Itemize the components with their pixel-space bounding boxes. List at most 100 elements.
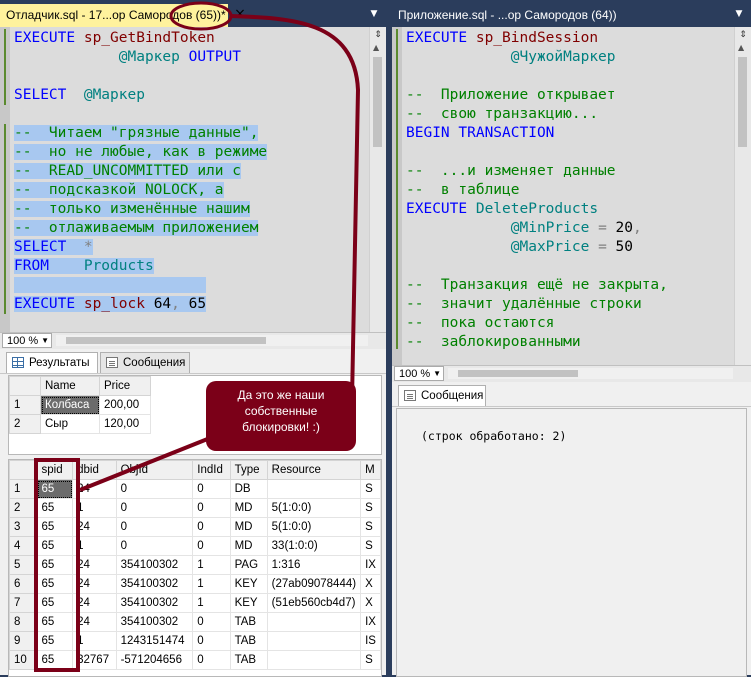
- table-cell[interactable]: IS: [360, 631, 381, 651]
- table-cell[interactable]: TAB: [229, 631, 268, 651]
- scrollbar-thumb[interactable]: [738, 57, 747, 147]
- table-cell[interactable]: [266, 650, 362, 670]
- table-cell[interactable]: Сыр: [40, 414, 100, 434]
- column-header[interactable]: Price: [99, 376, 151, 396]
- table-cell[interactable]: 0: [192, 650, 231, 670]
- horizontal-scrollbar[interactable]: [448, 368, 733, 379]
- table-cell[interactable]: 32767: [72, 650, 117, 670]
- table-cell[interactable]: 354100302: [115, 574, 194, 594]
- column-header[interactable]: spid: [36, 460, 74, 480]
- zoom-select[interactable]: 100 % ▼: [2, 333, 52, 348]
- table-cell[interactable]: 354100302: [115, 612, 194, 632]
- code-line[interactable]: -- в таблице: [406, 181, 735, 200]
- column-header[interactable]: dbid: [72, 460, 117, 480]
- table-cell[interactable]: 354100302: [115, 555, 194, 575]
- column-header[interactable]: Resource: [266, 460, 362, 480]
- table-row[interactable]: 6 65 24 354100302 1 KEY (27ab09078444) X: [9, 574, 381, 594]
- split-icon[interactable]: ⇕: [737, 29, 749, 41]
- table-cell[interactable]: 1: [72, 498, 117, 518]
- table-cell[interactable]: 0: [192, 479, 231, 499]
- code-line[interactable]: -- но не любые, как в режиме: [14, 143, 370, 162]
- table-row[interactable]: 8 65 24 354100302 0 TAB IX: [9, 612, 381, 632]
- code-line[interactable]: @Маркер OUTPUT: [14, 48, 370, 67]
- tab-debugger-sql[interactable]: Отладчик.sql - 17...ор Самородов (65))*: [0, 4, 228, 27]
- code-line[interactable]: [406, 143, 735, 162]
- table-cell[interactable]: 1: [72, 631, 117, 651]
- table-cell[interactable]: [266, 479, 362, 499]
- table-cell[interactable]: 1: [192, 593, 231, 613]
- code-line[interactable]: -- только изменённые нашим: [14, 200, 370, 219]
- row-number[interactable]: 6: [9, 574, 38, 594]
- code-line[interactable]: -- отлаживаемым приложением: [14, 219, 370, 238]
- table-cell[interactable]: 65: [36, 612, 74, 632]
- table-row[interactable]: 2 Сыр 120,00: [9, 414, 151, 434]
- table-cell[interactable]: 0: [115, 479, 194, 499]
- table-cell[interactable]: KEY: [229, 593, 268, 613]
- table-cell[interactable]: 5(1:0:0): [266, 517, 362, 537]
- table-cell[interactable]: 0: [192, 631, 231, 651]
- code-line[interactable]: -- Читаем "грязные данные",: [14, 124, 370, 143]
- scroll-up-icon[interactable]: ▲: [373, 43, 379, 52]
- table-cell[interactable]: 24: [72, 574, 117, 594]
- code-line[interactable]: @MaxPrice = 50: [406, 238, 735, 257]
- code-line[interactable]: -- пока остаются: [406, 314, 735, 333]
- code-line[interactable]: FROM Products: [14, 257, 370, 276]
- table-cell[interactable]: 65: [36, 498, 74, 518]
- table-cell[interactable]: 0: [192, 536, 231, 556]
- table-row[interactable]: 2 65 1 0 0 MD 5(1:0:0) S: [9, 498, 381, 518]
- table-cell[interactable]: 0: [115, 498, 194, 518]
- table-cell[interactable]: 1: [72, 536, 117, 556]
- code-line[interactable]: @MinPrice = 20,: [406, 219, 735, 238]
- tab-messages[interactable]: Сообщения: [100, 352, 190, 373]
- table-cell[interactable]: DB: [229, 479, 268, 499]
- horizontal-scrollbar[interactable]: [56, 335, 368, 346]
- code-line[interactable]: [14, 105, 370, 124]
- code-line[interactable]: -- READ_UNCOMMITTED или с: [14, 162, 370, 181]
- code-line[interactable]: [406, 257, 735, 276]
- table-cell[interactable]: MD: [229, 536, 268, 556]
- table-cell[interactable]: 65: [36, 479, 74, 499]
- table-cell[interactable]: 0: [192, 517, 231, 537]
- table-cell[interactable]: X: [360, 593, 381, 613]
- code-line[interactable]: SELECT *: [14, 238, 370, 257]
- table-cell[interactable]: 24: [72, 593, 117, 613]
- tab-messages[interactable]: Сообщения: [398, 385, 486, 406]
- row-number[interactable]: 5: [9, 555, 38, 575]
- scrollbar-thumb[interactable]: [458, 370, 578, 377]
- code-line[interactable]: -- Приложение открывает: [406, 86, 735, 105]
- code-line[interactable]: EXECUTE sp_lock 64, 65: [14, 295, 370, 314]
- code-line[interactable]: EXECUTE sp_GetBindToken: [14, 29, 370, 48]
- column-header[interactable]: M: [360, 460, 381, 480]
- row-number[interactable]: 3: [9, 517, 38, 537]
- table-cell[interactable]: -571204656: [115, 650, 194, 670]
- table-cell[interactable]: 120,00: [99, 414, 151, 434]
- code-line[interactable]: [14, 276, 370, 295]
- table-cell[interactable]: 33(1:0:0): [266, 536, 362, 556]
- locks-grid[interactable]: spid dbid ObjId IndId Type Resource M 1 65 24 0 0 DB…: [8, 459, 382, 677]
- table-cell[interactable]: 0: [192, 612, 231, 632]
- code-line[interactable]: @ЧужойМаркер: [406, 48, 735, 67]
- table-cell[interactable]: (51eb560cb4d7): [266, 593, 362, 613]
- table-row[interactable]: 4 65 1 0 0 MD 33(1:0:0) S: [9, 536, 381, 556]
- table-cell[interactable]: S: [360, 498, 381, 518]
- column-header[interactable]: [9, 376, 41, 396]
- code-line[interactable]: -- заблокированными: [406, 333, 735, 352]
- chevron-down-icon[interactable]: ▼: [367, 7, 381, 21]
- zoom-select[interactable]: 100 % ▼: [394, 366, 444, 381]
- scrollbar-thumb[interactable]: [66, 337, 266, 344]
- table-cell[interactable]: [266, 631, 362, 651]
- table-cell[interactable]: TAB: [229, 612, 268, 632]
- row-number[interactable]: 2: [9, 498, 38, 518]
- table-cell[interactable]: 0: [115, 536, 194, 556]
- table-cell[interactable]: 1243151474: [115, 631, 194, 651]
- table-row[interactable]: 5 65 24 354100302 1 PAG 1:316 IX: [9, 555, 381, 575]
- table-cell[interactable]: S: [360, 536, 381, 556]
- column-header[interactable]: [9, 460, 38, 480]
- row-number[interactable]: 8: [9, 612, 38, 632]
- table-cell[interactable]: [266, 612, 362, 632]
- table-cell[interactable]: 5(1:0:0): [266, 498, 362, 518]
- split-icon[interactable]: ⇕: [372, 29, 384, 41]
- table-cell[interactable]: MD: [229, 498, 268, 518]
- code-line[interactable]: EXECUTE sp_BindSession: [406, 29, 735, 48]
- table-cell[interactable]: 65: [36, 517, 74, 537]
